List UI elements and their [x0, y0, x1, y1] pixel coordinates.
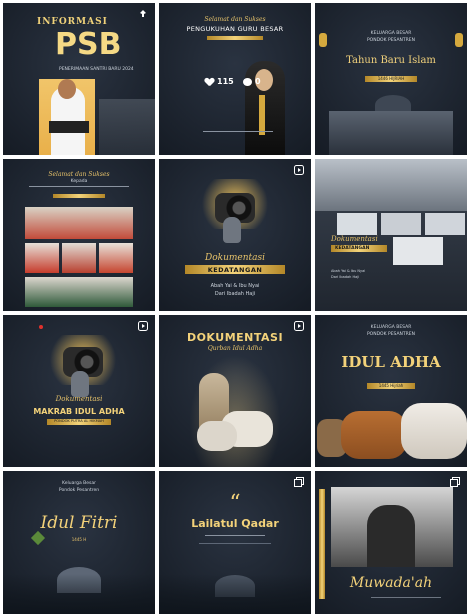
name-ribbon — [207, 36, 263, 40]
building-photo — [99, 99, 155, 155]
post-tile-psb[interactable]: INFORMASI PSB PENERIMAAN SANTRI BARU 202… — [3, 3, 155, 155]
hijri-date: 1446 HIJRIAH — [377, 76, 405, 81]
divider — [205, 535, 265, 536]
dokumentasi-script-2: Dokumentasi — [331, 235, 378, 243]
post-tile-idul-fitri[interactable]: Keluarga Besar Pondok Pesantren Idul Fit… — [3, 471, 155, 614]
lailatul-qadar-title: Lailatul Qadar — [191, 517, 279, 530]
group-photo-2 — [25, 243, 59, 273]
muwadaah-title: Muwada'ah — [349, 575, 433, 591]
comments-overlay: 0 — [243, 77, 261, 86]
guru-besar-title: PENGUKUHAN GURU BESAR — [186, 25, 284, 33]
hajj-photo-5 — [393, 237, 443, 265]
comment-icon — [243, 77, 252, 86]
kedatangan-line1-2: Abah Yai & Ibu Nyai — [331, 269, 366, 273]
mosque-silhouette-2 — [159, 574, 311, 614]
family-line-3: Keluarga Besar — [62, 481, 96, 486]
kepada-line: Kepada — [70, 179, 88, 184]
post-tile-kedatangan-1[interactable]: Dokumentasi KEDATANGAN Abah Yai & Ibu Ny… — [159, 159, 311, 311]
group-photo-1 — [25, 207, 133, 239]
qurban-script: Qurban Idul Adha — [207, 345, 263, 352]
like-count: 115 — [217, 77, 234, 86]
cow-white-figure — [401, 403, 467, 459]
gown-stripe — [259, 95, 265, 135]
idul-adha-title: IDUL ADHA — [341, 353, 441, 371]
makrab-subtitle: PONDOK PUTRA AL HIKMAH — [54, 419, 104, 423]
lantern-right-icon — [455, 33, 463, 47]
psb-title: PSB — [55, 27, 122, 62]
hand-icon-2 — [71, 371, 89, 397]
post-tile-idul-adha[interactable]: KELUARGA BESAR PONDOK PESANTREN IDUL ADH… — [315, 315, 467, 467]
post-tile-guru-besar[interactable]: Selamat dan Sukses PENGUKUHAN GURU BESAR… — [159, 3, 311, 155]
kedatangan-line2-2: Dari Ibadah Haji — [331, 275, 360, 279]
quote-text-lines — [199, 543, 271, 554]
caption-lines-2 — [371, 597, 441, 606]
qurban-title: DOKUMENTASI — [186, 331, 284, 344]
post-tile-tahun-baru[interactable]: KELUARGA BESAR PONDOK PESANTREN Tahun Ba… — [315, 3, 467, 155]
hajj-photo-3 — [381, 213, 421, 235]
post-tile-qurban[interactable]: DOKUMENTASI Qurban Idul Adha — [159, 315, 311, 467]
group-photo-5 — [25, 277, 133, 307]
mosque-building — [329, 111, 453, 155]
mosque-silhouette — [3, 574, 155, 614]
kedatangan-title: KEDATANGAN — [207, 266, 263, 274]
sheep-figure-2 — [197, 421, 237, 451]
heart-icon — [205, 78, 214, 86]
event-ribbon — [53, 194, 105, 198]
post-tile-kedatangan-2[interactable]: Dokumentasi KEDATANGAN Abah Yai & Ibu Ny… — [315, 159, 467, 311]
pin-icon — [138, 9, 148, 19]
pesantren-line-3: Pondok Pesantren — [58, 488, 100, 493]
group-photo-4 — [99, 243, 133, 273]
pesantren-line-2: PONDOK PESANTREN — [366, 332, 416, 337]
kedatangan-title-2: KEDATANGAN — [335, 246, 370, 251]
post-tile-lailatul-qadar[interactable]: “ Lailatul Qadar — [159, 471, 311, 614]
caption-lines — [203, 131, 273, 148]
comment-count: 0 — [255, 77, 261, 86]
quote-mark-icon: “ — [229, 491, 241, 516]
post-tile-makrab[interactable]: Dokumentasi MAKRAB IDUL ADHA PONDOK PUTR… — [3, 315, 155, 467]
post-tile-selamat-sukses[interactable]: Selamat dan Sukses Kepada — [3, 159, 155, 311]
post-grid: INFORMASI PSB PENERIMAAN SANTRI BARU 202… — [0, 0, 470, 614]
congrats-script: Selamat dan Sukses — [204, 16, 266, 23]
idul-fitri-date: 1445 H — [71, 537, 87, 542]
family-line-2: KELUARGA BESAR — [370, 325, 412, 330]
kedatangan-line1: Abah Yai & Ibu Nyai — [210, 283, 260, 289]
kedatangan-line2: Dari Ibadah Haji — [214, 291, 256, 297]
gallery-icon — [294, 477, 304, 487]
makrab-title: MAKRAB IDUL ADHA — [33, 407, 125, 416]
dokumentasi-script: Dokumentasi — [204, 253, 266, 263]
hajj-photo-1 — [315, 159, 467, 211]
reel-icon — [294, 165, 304, 175]
post-tile-muwadaah[interactable]: Muwada'ah — [315, 471, 467, 614]
congrats-script-2: Selamat dan Sukses — [48, 171, 110, 178]
gallery-icon-2 — [450, 477, 460, 487]
hand-icon — [223, 217, 241, 243]
speaker-figure — [367, 505, 415, 567]
lantern-left-icon — [319, 33, 327, 47]
family-line: KELUARGA BESAR — [370, 31, 412, 36]
recipient-line — [29, 186, 129, 187]
reel-icon-3 — [294, 321, 304, 331]
group-photo-3 — [62, 243, 96, 273]
tahun-baru-title: Tahun Baru Islam — [346, 55, 436, 66]
book-icon — [49, 121, 89, 133]
hajj-photo-2 — [337, 213, 377, 235]
student-head — [58, 79, 76, 99]
reel-icon-2 — [138, 321, 148, 331]
makrab-script: Dokumentasi — [55, 395, 103, 403]
cow-brown-figure — [341, 411, 407, 459]
likes-overlay: 115 — [205, 77, 234, 86]
psb-subtitle: PENERIMAAN SANTRI BARU 2024 — [59, 67, 134, 72]
info-label: INFORMASI — [37, 17, 108, 27]
recording-dot-icon — [39, 325, 43, 329]
pesantren-line: PONDOK PESANTREN — [366, 38, 416, 43]
ketupat-icon — [30, 530, 46, 546]
hajj-photo-4 — [425, 213, 465, 235]
hijri-date-2: 1445 Hijriah — [378, 383, 404, 388]
idul-fitri-title: Idul Fitri — [40, 513, 118, 533]
